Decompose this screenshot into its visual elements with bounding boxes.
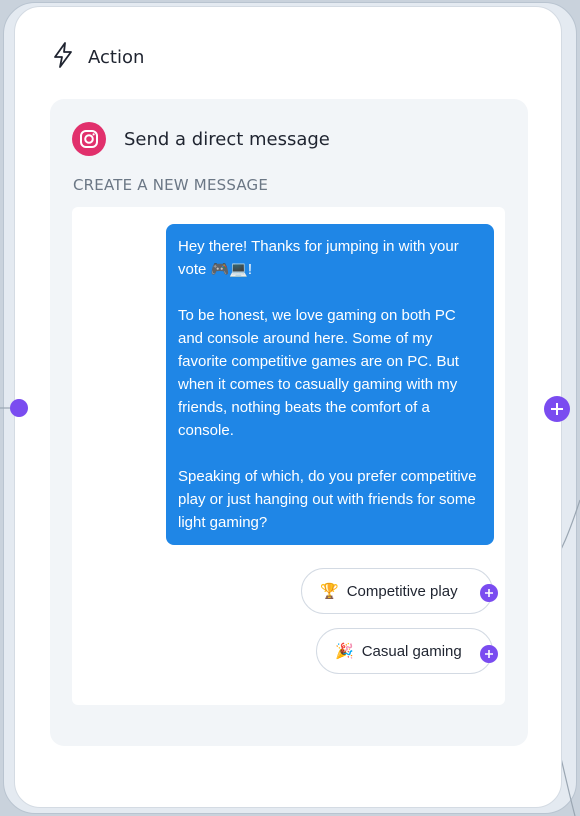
- action-title: Action: [88, 46, 145, 68]
- quick-reply-competitive[interactable]: 🏆 Competitive play: [301, 568, 493, 614]
- quick-reply-label: Competitive play: [346, 582, 458, 600]
- message-panel: Send a direct message CREATE A NEW MESSA…: [50, 99, 528, 746]
- trophy-icon: 🏆: [320, 583, 339, 600]
- party-popper-icon: 🎉: [335, 643, 354, 660]
- lightning-icon: [52, 42, 74, 72]
- step-title: Send a direct message: [124, 128, 330, 150]
- quick-reply-casual[interactable]: 🎉 Casual gaming: [316, 628, 493, 674]
- casual-add-icon[interactable]: [480, 645, 498, 663]
- message-bubble[interactable]: Hey there! Thanks for jumping in with yo…: [166, 224, 494, 545]
- input-handle[interactable]: [10, 399, 28, 417]
- competitive-add-icon[interactable]: [480, 584, 498, 602]
- instagram-icon: [72, 122, 106, 156]
- message-editor[interactable]: Hey there! Thanks for jumping in with yo…: [72, 207, 505, 705]
- quick-reply-label: Casual gaming: [361, 642, 462, 660]
- step-header: Send a direct message: [72, 121, 330, 157]
- add-next-step-icon[interactable]: [544, 396, 570, 422]
- section-label: CREATE A NEW MESSAGE: [73, 176, 269, 194]
- action-header: Action: [52, 42, 144, 72]
